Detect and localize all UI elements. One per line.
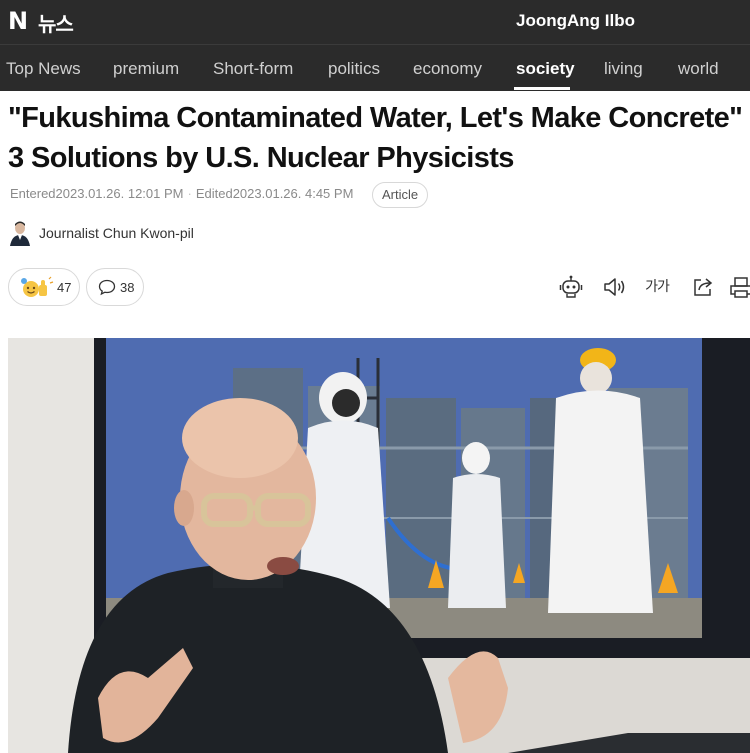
share-button[interactable] xyxy=(690,274,716,300)
reaction-button[interactable]: 47 xyxy=(8,268,80,306)
news-service-label[interactable]: 뉴스 xyxy=(38,8,74,37)
nav-item-world[interactable]: world xyxy=(678,59,719,79)
reaction-emoji-icon xyxy=(20,275,54,305)
section-nav: Top News premium Short-form politics eco… xyxy=(0,44,750,91)
comment-button[interactable]: 38 xyxy=(86,268,144,306)
journalist-name[interactable]: Journalist Chun Kwon-pil xyxy=(39,225,194,241)
text-to-speech-button[interactable] xyxy=(602,274,628,300)
summary-bot-button[interactable] xyxy=(558,274,584,300)
nav-item-economy[interactable]: economy xyxy=(413,59,482,79)
nav-item-premium[interactable]: premium xyxy=(113,59,179,79)
edited-date: 2023.01.26. 4:45 PM xyxy=(232,186,354,201)
nav-item-living[interactable]: living xyxy=(604,59,643,79)
entered-label: Entered xyxy=(10,186,56,201)
robot-icon xyxy=(558,275,584,304)
headline-line-1: "Fukushima Contaminated Water, Let's Mak… xyxy=(8,102,743,134)
nav-item-society[interactable]: society xyxy=(516,59,575,79)
top-header: N 뉴스 JoongAng Ilbo xyxy=(0,0,750,44)
nav-item-top-news[interactable]: Top News xyxy=(6,59,81,79)
article-type-badge: Article xyxy=(372,182,429,208)
print-button[interactable] xyxy=(728,274,750,300)
nav-item-politics[interactable]: politics xyxy=(328,59,380,79)
font-size-button[interactable]: 가가 xyxy=(643,274,671,300)
reaction-count: 47 xyxy=(57,280,72,295)
entered-date: 2023.01.26. 12:01 PM xyxy=(55,186,184,201)
active-nav-indicator xyxy=(514,87,570,90)
comment-icon xyxy=(98,279,116,301)
article-headline: "Fukushima Contaminated Water, Let's Mak… xyxy=(8,98,750,178)
article-photo xyxy=(8,338,750,753)
speaker-icon xyxy=(602,278,628,304)
headline-line-2: 3 Solutions by U.S. Nuclear Physicists xyxy=(8,142,514,174)
article-dates: Entered2023.01.26. 12:01 PM · Edited2023.0… xyxy=(10,186,354,201)
edited-label: Edited xyxy=(195,186,233,201)
press-name[interactable]: JoongAng Ilbo xyxy=(516,11,635,31)
naver-logo[interactable]: N xyxy=(8,7,28,35)
print-icon xyxy=(728,277,750,300)
share-icon xyxy=(690,278,716,304)
comment-count: 38 xyxy=(120,280,135,295)
journalist-avatar xyxy=(8,220,32,246)
nav-item-short-form[interactable]: Short-form xyxy=(213,59,293,79)
